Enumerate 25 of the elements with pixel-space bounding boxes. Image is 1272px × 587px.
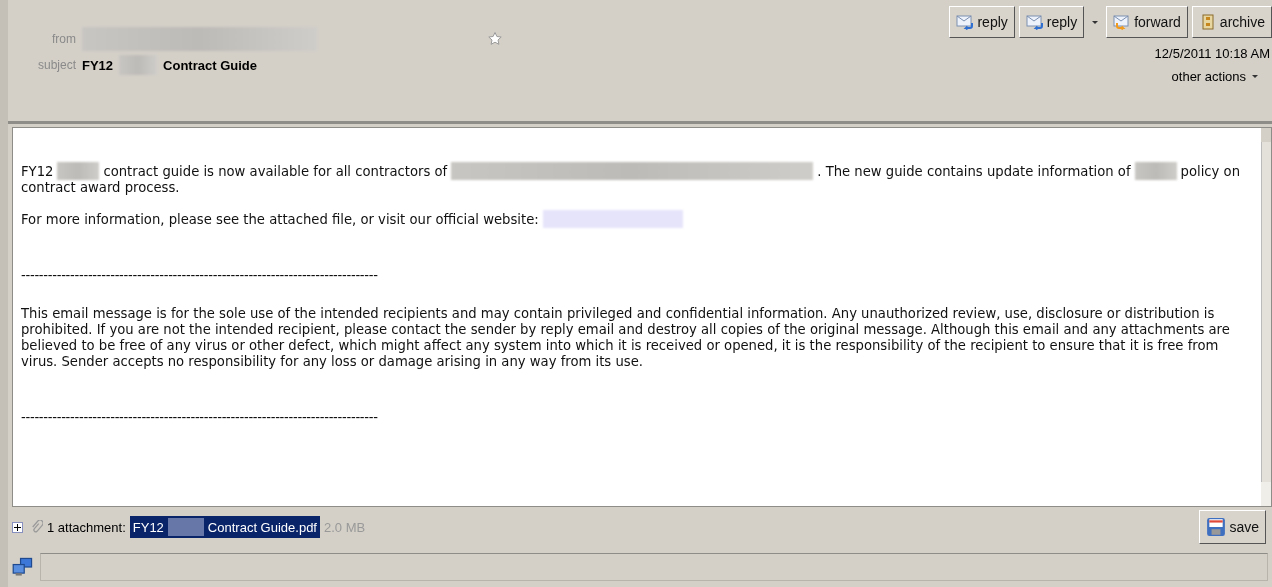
- other-actions-menu[interactable]: other actions: [1171, 69, 1258, 84]
- scrollbar-thumb[interactable]: [1261, 142, 1271, 482]
- star-icon[interactable]: [487, 31, 503, 47]
- expand-toggle-icon[interactable]: [12, 521, 23, 533]
- reply-button[interactable]: reply: [949, 6, 1015, 38]
- attachment-size: 2.0 MB: [324, 519, 366, 535]
- subject-text: FY12: [82, 57, 114, 73]
- dashed-separator: --------------------------------------------------------------------------------: [21, 410, 379, 426]
- message-date: 12/5/2011 10:18 AM: [1154, 46, 1270, 61]
- attachment-label: 1 attachment:: [47, 519, 126, 535]
- reply-button[interactable]: reply: [1018, 6, 1085, 38]
- network-computers-icon: [12, 557, 34, 577]
- save-button[interactable]: save: [1199, 510, 1266, 544]
- subject-text: Contract Guide: [163, 57, 257, 73]
- from-label: from: [51, 32, 76, 46]
- dashed-separator: --------------------------------------------------------------------------------: [21, 268, 379, 284]
- message-paragraph: FY12 contract guide is now available for all contractors of . The new guide contains update information of policy on contract award process.: [21, 162, 1242, 196]
- message-paragraph: This email message is for the sole use of the intended recipients and may contain privileged and confidential information. Any unauthorized review, use, disclosure or distribution is prohibited. If you are not the intended recipient, please contact the sender by reply email and destroy all copies of the original message. Although this email and any attachments are believed to be free of any virus or other defect, which might affect any system into which it is received or opened, it is the responsibility of the recipient to ensure that it is free from virus. Sender accepts no responsibility for any loss or damage arising in any way from its use.: [21, 306, 1231, 370]
- forward-button[interactable]: forward: [1106, 6, 1188, 38]
- paperclip-icon: [31, 520, 43, 534]
- subject-label: subject: [36, 58, 76, 72]
- message-paragraph: For more information, please see the attached file, or visit our official website:: [21, 210, 1253, 228]
- dropdown-caret-icon[interactable]: [1092, 20, 1099, 24]
- archive-button[interactable]: archive: [1191, 6, 1272, 38]
- attachment-file[interactable]: FY12 Contract Guide.pdf: [129, 516, 320, 538]
